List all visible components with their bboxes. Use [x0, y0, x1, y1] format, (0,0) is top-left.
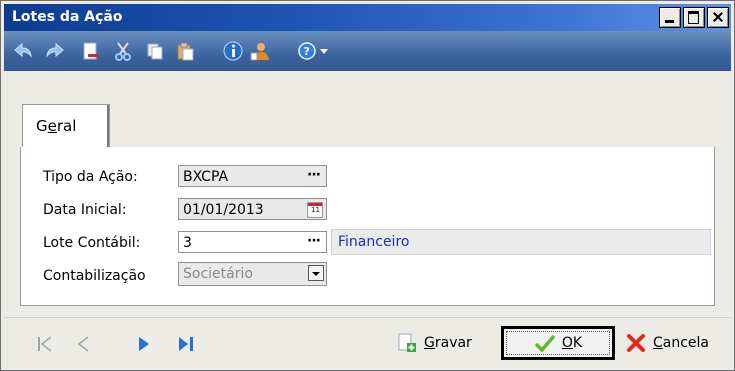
lote-contabil-value: 3	[183, 235, 192, 251]
maximize-button[interactable]	[683, 7, 705, 28]
form-panel: Tipo da Ação: BXCPA ··· Data Inicial: 01…	[20, 147, 715, 306]
tab-geral-label: Geral	[36, 117, 77, 135]
chevron-down-icon[interactable]	[308, 265, 324, 281]
gravar-button[interactable]: Gravar	[396, 326, 491, 360]
tipo-acao-value: BXCPA	[183, 169, 229, 185]
contabilizacao-label: Contabilização	[43, 268, 146, 284]
paste-icon[interactable]	[174, 40, 196, 62]
calendar-icon[interactable]: 11	[307, 202, 323, 218]
new-document-icon[interactable]	[79, 40, 101, 62]
dropdown-arrow-icon[interactable]	[318, 40, 330, 62]
data-inicial-label: Data Inicial:	[43, 202, 127, 218]
cancela-button[interactable]: Cancela	[625, 326, 729, 360]
window-title: Lotes da Ação	[12, 9, 123, 25]
last-record-icon[interactable]	[177, 334, 195, 354]
help-icon[interactable]: ?	[296, 40, 318, 62]
save-icon	[398, 333, 416, 352]
title-bar[interactable]: Lotes da Ação	[4, 4, 731, 31]
dialog-window: Lotes da Ação ? Geral Tipo da Ação: BXCP…	[0, 0, 735, 371]
footer-bar: Gravar OK Cancela	[4, 317, 731, 370]
first-record-icon[interactable]	[36, 334, 54, 354]
tipo-acao-lookup-button[interactable]: ···	[307, 167, 321, 183]
undo-icon[interactable]	[12, 40, 34, 62]
cut-icon[interactable]	[112, 40, 134, 62]
lote-contabil-lookup-button[interactable]: ···	[307, 233, 321, 249]
cancela-label: Cancela	[653, 335, 710, 351]
tab-bar: Geral	[20, 97, 715, 148]
ok-button[interactable]: OK	[501, 326, 615, 360]
redo-icon[interactable]	[44, 40, 66, 62]
previous-record-icon[interactable]	[75, 334, 93, 354]
data-inicial-field[interactable]: 01/01/2013 11	[178, 198, 327, 220]
contabilizacao-value: Societário	[183, 266, 253, 282]
lote-contabil-field[interactable]: 3 ···	[178, 231, 327, 253]
close-button[interactable]	[707, 7, 729, 28]
close-x-icon	[627, 334, 645, 352]
info-icon[interactable]	[222, 40, 244, 62]
tipo-acao-label: Tipo da Ação:	[43, 169, 138, 185]
next-record-icon[interactable]	[135, 334, 153, 354]
lote-contabil-label: Lote Contábil:	[43, 235, 141, 251]
tab-geral[interactable]: Geral	[22, 104, 110, 148]
copy-icon[interactable]	[144, 40, 166, 62]
user-group-icon[interactable]	[249, 40, 271, 62]
svg-text:?: ?	[304, 45, 310, 58]
toolbar: ?	[4, 31, 731, 71]
lote-description-field: Financeiro	[331, 229, 711, 255]
data-inicial-value: 01/01/2013	[183, 202, 264, 218]
lote-description: Financeiro	[338, 234, 410, 250]
minimize-button[interactable]	[659, 7, 681, 28]
tipo-acao-field[interactable]: BXCPA ···	[178, 165, 327, 187]
gravar-label: Gravar	[424, 335, 472, 351]
contabilizacao-select[interactable]: Societário	[178, 262, 327, 286]
